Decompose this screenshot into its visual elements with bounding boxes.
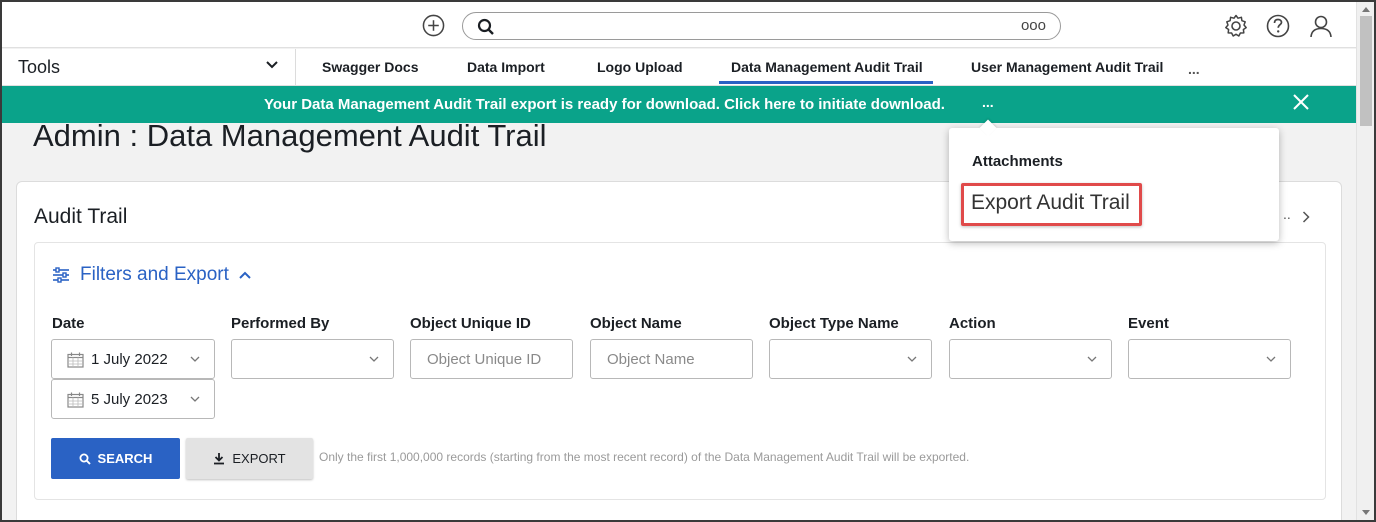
object-name-label: Object Name (590, 315, 682, 332)
object-unique-id-placeholder: Object Unique ID (427, 351, 542, 368)
export-audit-trail-link[interactable]: Export Audit Trail (961, 183, 1142, 226)
date-to-select[interactable]: 5 July 2023 (51, 379, 215, 419)
search-button-label: SEARCH (97, 451, 153, 466)
tab-logo-upload[interactable]: Logo Upload (597, 59, 683, 75)
attachments-heading: Attachments (972, 153, 1063, 170)
search-icon (477, 18, 494, 35)
attachments-popover: Attachments Export Audit Trail (949, 119, 1279, 241)
export-audit-trail-label: Export Audit Trail (971, 191, 1130, 214)
card-breadcrumb-ellipsis: .. (1283, 206, 1291, 222)
object-unique-id-label: Object Unique ID (410, 315, 531, 332)
export-button[interactable]: EXPORT (186, 438, 313, 479)
active-tab-indicator (719, 81, 933, 84)
tools-label: Tools (18, 57, 61, 77)
action-select[interactable] (949, 339, 1112, 379)
scroll-up-arrow[interactable] (1362, 7, 1370, 12)
filters-heading: Filters and Export (80, 264, 229, 285)
chevron-down-icon (1087, 356, 1097, 362)
calendar-icon (67, 392, 84, 408)
tab-swagger-docs[interactable]: Swagger Docs (322, 59, 418, 75)
chevron-right-icon[interactable] (1302, 211, 1310, 223)
tools-nav: Tools Swagger Docs Data Import Logo Uplo… (2, 49, 1356, 86)
top-bar: ooo (2, 2, 1356, 48)
scroll-down-arrow[interactable] (1362, 510, 1370, 515)
tab-data-import[interactable]: Data Import (467, 59, 545, 75)
object-unique-id-input[interactable]: Object Unique ID (410, 339, 573, 379)
search-button[interactable]: SEARCH (51, 438, 180, 479)
tab-user-management-audit-trail[interactable]: User Management Audit Trail (971, 59, 1163, 75)
more-tabs-button[interactable]: ... (1188, 61, 1200, 77)
performed-by-label: Performed By (231, 315, 330, 332)
download-icon (214, 453, 225, 465)
global-search-input[interactable]: ooo (462, 12, 1061, 40)
close-icon[interactable] (1291, 92, 1311, 112)
add-circle-icon[interactable] (422, 14, 445, 37)
gear-icon[interactable] (1223, 13, 1249, 39)
date-to-value: 5 July 2023 (91, 391, 168, 408)
card-title: Audit Trail (34, 205, 128, 228)
date-from-select[interactable]: 1 July 2022 (51, 339, 215, 379)
event-label: Event (1128, 315, 1169, 332)
banner-message[interactable]: Your Data Management Audit Trail export … (264, 96, 945, 113)
sliders-icon (53, 267, 69, 283)
chevron-down-icon (369, 356, 379, 362)
chevron-down-icon (190, 356, 200, 362)
filters-toggle[interactable]: Filters and Export (52, 264, 251, 286)
object-name-placeholder: Object Name (607, 351, 695, 368)
tools-dropdown[interactable]: Tools (2, 49, 296, 85)
performed-by-select[interactable] (231, 339, 394, 379)
user-profile-icon[interactable] (1308, 13, 1334, 39)
page-title: Admin : Data Management Audit Trail (33, 118, 547, 153)
chevron-down-icon (907, 356, 917, 362)
event-select[interactable] (1128, 339, 1291, 379)
object-type-name-label: Object Type Name (769, 315, 899, 332)
action-label: Action (949, 315, 996, 332)
calendar-icon (67, 352, 84, 368)
chevron-down-icon (266, 61, 278, 69)
scroll-thumb[interactable] (1360, 16, 1372, 126)
tab-data-management-audit-trail[interactable]: Data Management Audit Trail (731, 59, 923, 75)
export-button-label: EXPORT (232, 451, 286, 466)
banner-more-button[interactable]: ... (982, 94, 994, 110)
export-note: Only the first 1,000,000 records (starti… (319, 450, 970, 464)
object-type-name-select[interactable] (769, 339, 932, 379)
help-icon[interactable] (1265, 13, 1291, 39)
date-from-value: 1 July 2022 (91, 351, 168, 368)
chevron-down-icon (1266, 356, 1276, 362)
page-scrollbar[interactable] (1356, 2, 1374, 520)
chevron-up-icon (239, 271, 251, 279)
search-icon (79, 453, 91, 465)
object-name-input[interactable]: Object Name (590, 339, 753, 379)
chevron-down-icon (190, 396, 200, 402)
search-options-icon[interactable]: ooo (1021, 17, 1046, 34)
filters-panel: Filters and Export Date Performed By Obj… (34, 242, 1326, 500)
date-label: Date (52, 315, 85, 332)
